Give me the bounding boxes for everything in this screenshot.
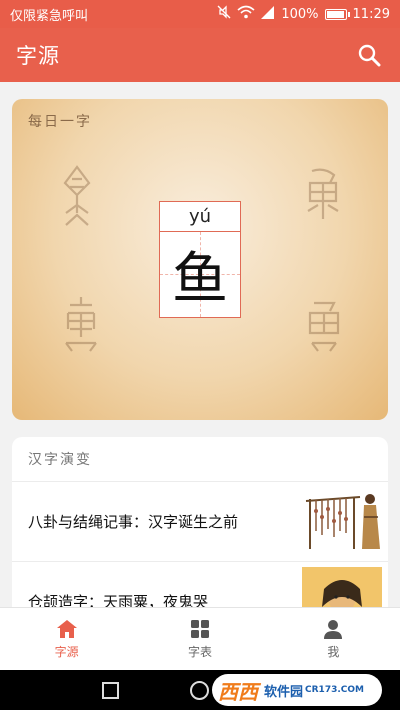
nav-home-label: 字源	[54, 644, 79, 659]
home-icon	[56, 619, 77, 638]
ancient-glyph-1	[63, 165, 91, 226]
status-bar: 仅限紧急呼叫 100% 11:29	[0, 0, 400, 28]
evolution-title: 汉字演变	[28, 452, 92, 468]
watermark-text-c: CR173.COM	[305, 685, 364, 695]
search-icon[interactable]	[354, 40, 384, 70]
nav-me-label: 我	[327, 644, 340, 659]
daily-label: 每日一字	[28, 114, 92, 130]
nav-me[interactable]: 我	[267, 608, 400, 670]
person-icon	[324, 619, 343, 639]
bottom-navigation: 字源 字表 我	[0, 607, 400, 670]
character-grid: 鱼	[160, 232, 240, 317]
system-navigation-bar: 西西 软件园 CR173.COM	[0, 670, 400, 710]
home-button[interactable]	[190, 681, 209, 700]
ancient-glyph-2	[307, 168, 339, 219]
nav-home[interactable]: 字源	[0, 608, 133, 670]
ancient-glyph-3	[65, 297, 97, 352]
watermark-text-a: 西西	[218, 679, 258, 704]
wifi-icon	[237, 5, 255, 23]
watermark-logo: 西西 软件园 CR173.COM	[212, 674, 382, 706]
carrier-text: 仅限紧急呼叫	[10, 8, 89, 24]
nav-character-list-label: 字表	[187, 644, 212, 659]
daily-character: 鱼	[172, 247, 228, 312]
ancient-glyph-4	[308, 301, 340, 352]
app-title: 字源	[16, 44, 60, 68]
grid-icon	[190, 619, 209, 638]
evolution-card: 汉字演变 八卦与结绳记事：汉字诞生之前 仓颉造字：天雨粟，夜鬼哭	[12, 437, 388, 617]
watermark-text-b: 软件园	[264, 684, 304, 700]
daily-character-card[interactable]: 每日一字 yú 鱼	[12, 99, 388, 420]
list-item[interactable]: 八卦与结绳记事：汉字诞生之前	[12, 481, 388, 561]
signal-icon	[261, 5, 275, 23]
mute-icon	[217, 5, 231, 23]
battery-percent: 100%	[281, 6, 319, 22]
character-box[interactable]: yú 鱼	[159, 201, 241, 318]
app-bar: 字源	[0, 28, 400, 82]
recent-apps-button[interactable]	[102, 682, 119, 699]
knot-records-illustration	[302, 486, 382, 557]
clock: 11:29	[352, 6, 390, 22]
list-item-title: 八卦与结绳记事：汉字诞生之前	[28, 513, 239, 531]
pinyin: yú	[160, 202, 240, 232]
battery-icon	[324, 8, 350, 20]
nav-character-list[interactable]: 字表	[133, 608, 266, 670]
